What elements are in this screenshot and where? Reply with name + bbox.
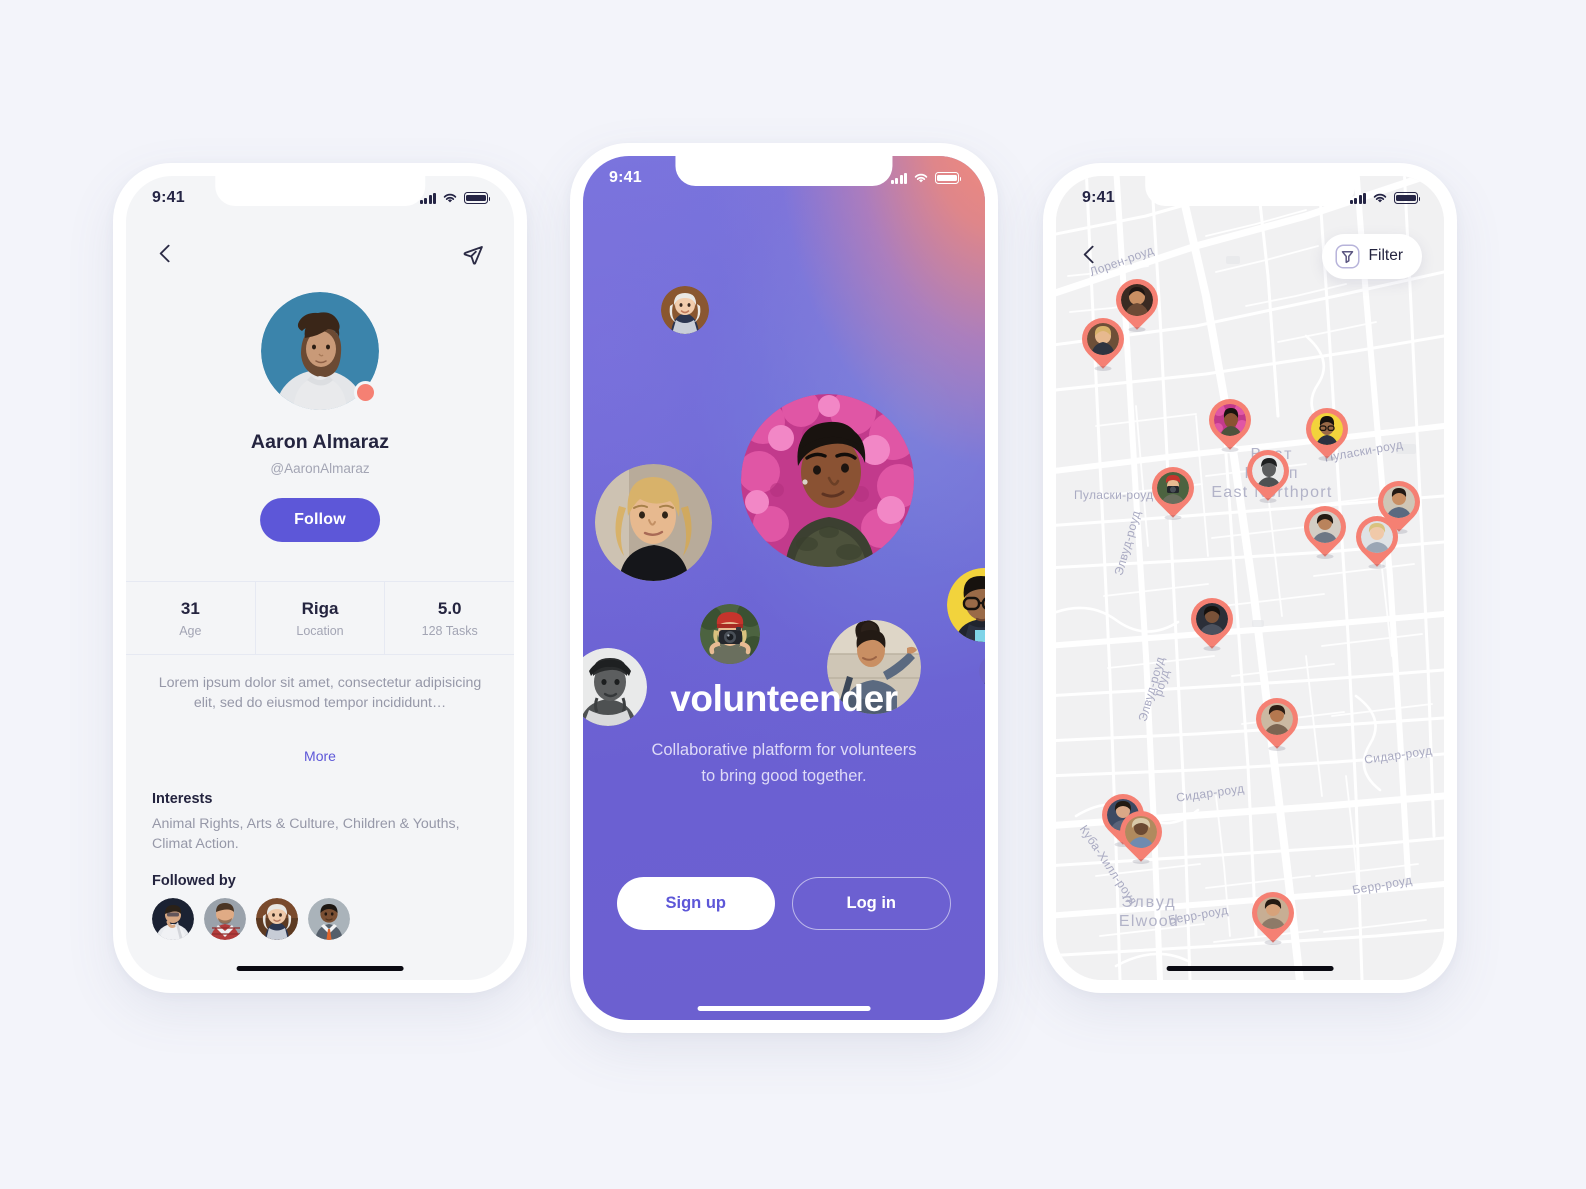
home-indicator bbox=[697, 1006, 871, 1011]
status-time: 9:41 bbox=[152, 189, 185, 206]
map-pin-8[interactable] bbox=[1295, 497, 1355, 560]
stat-age: 31 Age bbox=[126, 582, 255, 654]
back-button[interactable] bbox=[1078, 243, 1104, 269]
map-screen: 9:41 Filter Лорен-роуд Пуласки-роуд Пула… bbox=[1056, 176, 1444, 980]
status-badge bbox=[354, 381, 377, 404]
app-subtitle: Collaborative platform for volunteers to… bbox=[651, 741, 917, 785]
bubble-photo-4[interactable] bbox=[947, 568, 985, 642]
follower-avatar-3[interactable] bbox=[256, 898, 298, 940]
auth-buttons: Sign up Log in bbox=[617, 877, 951, 930]
interests-heading: Interests bbox=[152, 791, 213, 807]
map-pin-9[interactable] bbox=[1347, 507, 1407, 570]
wifi-icon bbox=[443, 193, 457, 203]
profile-bio: Lorem ipsum dolor sit amet, consectetur … bbox=[158, 675, 482, 712]
bubble-photo-1[interactable] bbox=[661, 286, 709, 334]
phone-intro: 9:41 volunteender Collaborative platform… bbox=[570, 143, 998, 1033]
map-pin-3[interactable] bbox=[1200, 390, 1260, 453]
follow-button[interactable]: Follow bbox=[260, 498, 380, 542]
profile-screen-surface: 9:41 Aaron Almaraz @AaronAlmaraz Follow … bbox=[126, 176, 514, 980]
phone-profile: 9:41 Aaron Almaraz @AaronAlmaraz Follow … bbox=[113, 163, 527, 993]
bubble-photo-2[interactable] bbox=[595, 464, 712, 581]
map-pin-13[interactable] bbox=[1111, 802, 1171, 865]
stat-label: 128 Tasks bbox=[421, 623, 478, 638]
stat-value: 31 bbox=[180, 598, 200, 618]
filter-button[interactable]: Filter bbox=[1321, 233, 1422, 279]
bubble-photo-5[interactable] bbox=[700, 604, 760, 664]
stat-label: Location bbox=[296, 623, 344, 638]
stat-rating: 5.0 128 Tasks bbox=[384, 582, 514, 654]
back-button[interactable] bbox=[154, 242, 180, 268]
notch bbox=[215, 176, 425, 206]
status-icons bbox=[420, 192, 491, 204]
map-pin-2[interactable] bbox=[1073, 309, 1133, 372]
map-pin-14[interactable] bbox=[1243, 883, 1303, 946]
notch bbox=[1145, 176, 1355, 206]
profile-top-bar bbox=[126, 234, 514, 276]
map-screen-surface: 9:41 Filter Лорен-роуд Пуласки-роуд Пула… bbox=[1056, 176, 1444, 980]
battery-icon bbox=[464, 192, 491, 204]
followed-by-list bbox=[152, 898, 350, 940]
stat-label: Age bbox=[179, 623, 202, 638]
map-pin-10[interactable] bbox=[1182, 589, 1242, 652]
login-button[interactable]: Log in bbox=[791, 877, 951, 930]
map-pin-6[interactable] bbox=[1143, 458, 1203, 521]
profile-screen: 9:41 Aaron Almaraz @AaronAlmaraz Follow … bbox=[126, 176, 514, 980]
interests-list: Animal Rights, Arts & Culture, Children … bbox=[152, 816, 460, 853]
followed-by-heading: Followed by bbox=[152, 873, 236, 889]
home-indicator bbox=[1166, 966, 1334, 971]
signal-bars-icon bbox=[891, 172, 907, 184]
signup-button[interactable]: Sign up bbox=[617, 877, 775, 930]
follower-avatar-2[interactable] bbox=[204, 898, 246, 940]
bio-more-link[interactable]: More bbox=[126, 748, 514, 764]
status-icons bbox=[891, 172, 962, 184]
stat-location: Riga Location bbox=[254, 582, 385, 654]
bubble-photo-3[interactable] bbox=[741, 394, 914, 567]
map-canvas[interactable] bbox=[1056, 176, 1444, 980]
filter-label: Filter bbox=[1368, 247, 1403, 264]
intro-screen: 9:41 volunteender Collaborative platform… bbox=[583, 156, 985, 1020]
map-pin-11[interactable] bbox=[1247, 689, 1307, 752]
stats-row: 31 Age Riga Location 5.0 128 Tasks bbox=[126, 581, 514, 655]
profile-handle: @AaronAlmaraz bbox=[270, 461, 370, 476]
wifi-icon bbox=[914, 173, 928, 183]
phone-map: 9:41 Filter Лорен-роуд Пуласки-роуд Пула… bbox=[1043, 163, 1457, 993]
home-indicator bbox=[236, 966, 404, 971]
stat-value: Riga bbox=[301, 598, 339, 618]
battery-icon bbox=[935, 172, 962, 184]
intro-screen-surface: 9:41 volunteender Collaborative platform… bbox=[583, 156, 985, 1020]
avatar bbox=[261, 292, 379, 410]
follower-avatar-4[interactable] bbox=[308, 898, 350, 940]
funnel-icon bbox=[1334, 243, 1360, 269]
app-title: volunteender bbox=[670, 678, 898, 719]
map-pin-5[interactable] bbox=[1238, 441, 1298, 504]
page-title: Aaron Almaraz bbox=[250, 431, 390, 453]
status-time: 9:41 bbox=[609, 169, 642, 186]
map-pin-4[interactable] bbox=[1297, 399, 1357, 462]
send-plane-icon[interactable] bbox=[460, 242, 486, 268]
notch bbox=[675, 156, 893, 186]
follower-avatar-1[interactable] bbox=[152, 898, 194, 940]
map-top-bar: Filter bbox=[1056, 233, 1444, 279]
stat-value: 5.0 bbox=[437, 598, 462, 618]
